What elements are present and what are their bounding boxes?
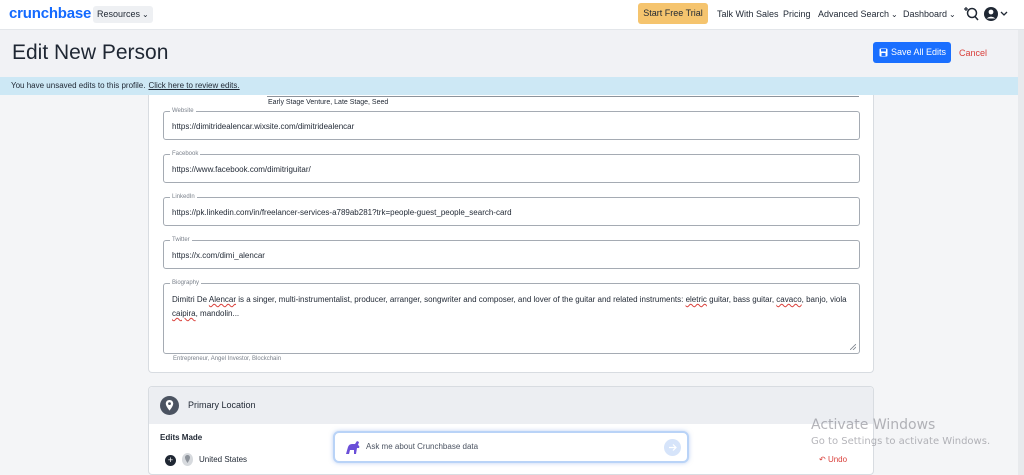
resources-dropdown[interactable]: Resources ⌄ bbox=[93, 6, 153, 23]
location-value: United States bbox=[199, 455, 248, 464]
twitter-field[interactable]: Twitter https://x.com/dimi_alencar bbox=[163, 237, 860, 269]
page-header: Edit New Person Save All Edits Cancel bbox=[0, 30, 1024, 77]
scrollbar[interactable] bbox=[1018, 30, 1024, 475]
facebook-value: https://www.facebook.com/dimitriguitar/ bbox=[172, 165, 311, 174]
map-pin-icon bbox=[182, 453, 193, 466]
facebook-label: Facebook bbox=[170, 151, 201, 157]
ask-crunchbase-bar[interactable]: Ask me about Crunchbase data bbox=[333, 431, 689, 463]
website-field[interactable]: Website https://dimitridealencar.wixsite… bbox=[163, 108, 860, 140]
edits-made-heading: Edits Made bbox=[160, 433, 203, 442]
windows-watermark-title: Activate Windows bbox=[811, 417, 936, 433]
talk-with-sales-link[interactable]: Talk With Sales bbox=[717, 9, 779, 19]
resources-label: Resources bbox=[97, 9, 141, 19]
linkedin-field[interactable]: LinkedIn https://pk.linkedin.com/in/free… bbox=[163, 194, 860, 226]
dashboard-label: Dashboard bbox=[903, 9, 948, 19]
ask-input[interactable]: Ask me about Crunchbase data bbox=[366, 442, 478, 451]
primary-location-title: Primary Location bbox=[188, 400, 256, 410]
location-pin-icon bbox=[160, 396, 179, 415]
twitter-value: https://x.com/dimi_alencar bbox=[172, 251, 265, 260]
save-all-edits-button[interactable]: Save All Edits bbox=[873, 42, 951, 63]
crunchbase-logo[interactable]: crunchbase bbox=[9, 5, 91, 22]
advanced-search-menu[interactable]: Advanced Search ⌄ bbox=[818, 9, 898, 19]
pricing-link[interactable]: Pricing bbox=[783, 9, 811, 19]
save-icon bbox=[879, 48, 888, 57]
chevron-down-icon: ⌄ bbox=[142, 10, 149, 19]
cancel-button[interactable]: Cancel bbox=[959, 48, 987, 58]
biography-textarea[interactable]: Biography Dimitri De Alencar is a singer… bbox=[163, 280, 860, 354]
previous-field-border bbox=[267, 95, 859, 97]
undo-icon: ↶ bbox=[819, 455, 828, 464]
dog-mascot-icon bbox=[343, 438, 363, 456]
edit-form-card: Early Stage Venture, Late Stage, Seed We… bbox=[148, 95, 874, 373]
resize-handle-icon[interactable] bbox=[850, 344, 856, 350]
chevron-down-icon: ⌄ bbox=[949, 10, 956, 19]
twitter-label: Twitter bbox=[170, 237, 192, 243]
linkedin-label: LinkedIn bbox=[170, 194, 197, 200]
account-menu[interactable] bbox=[983, 6, 1009, 22]
page-title: Edit New Person bbox=[12, 41, 169, 64]
undo-label: Undo bbox=[827, 455, 848, 464]
linkedin-value: https://pk.linkedin.com/in/freelancer-se… bbox=[172, 208, 512, 217]
windows-watermark-subtitle: Go to Settings to activate Windows. bbox=[811, 436, 991, 447]
review-edits-link[interactable]: Click here to review edits. bbox=[148, 81, 239, 90]
chevron-down-icon: ⌄ bbox=[891, 10, 898, 19]
biography-label: Biography bbox=[170, 280, 202, 286]
website-value: https://dimitridealencar.wixsite.com/dim… bbox=[172, 122, 355, 131]
banner-text: You have unsaved edits to this profile. bbox=[11, 81, 146, 90]
plus-icon[interactable]: + bbox=[165, 455, 176, 466]
unsaved-edits-banner: You have unsaved edits to this profile. C… bbox=[0, 77, 1024, 95]
send-icon[interactable] bbox=[664, 439, 681, 456]
facebook-field[interactable]: Facebook https://www.facebook.com/dimitr… bbox=[163, 151, 860, 183]
website-label: Website bbox=[170, 108, 196, 114]
primary-location-header[interactable]: Primary Location bbox=[149, 387, 873, 424]
investment-stage-value: Early Stage Venture, Late Stage, Seed bbox=[268, 99, 389, 106]
biography-value: Dimitri De Alencar is a singer, multi-in… bbox=[172, 295, 847, 318]
search-icon[interactable] bbox=[963, 6, 979, 22]
start-free-trial-button[interactable]: Start Free Trial bbox=[638, 3, 708, 24]
undo-button[interactable]: ↶ Undo bbox=[819, 455, 847, 464]
advanced-search-label: Advanced Search bbox=[818, 9, 890, 19]
save-all-edits-label: Save All Edits bbox=[891, 47, 947, 57]
person-tags: Entrepreneur, Angel Investor, Blockchain bbox=[173, 356, 282, 362]
dashboard-menu[interactable]: Dashboard ⌄ bbox=[903, 9, 956, 19]
top-nav: crunchbase Resources ⌄ Start Free Trial T… bbox=[0, 0, 1024, 30]
